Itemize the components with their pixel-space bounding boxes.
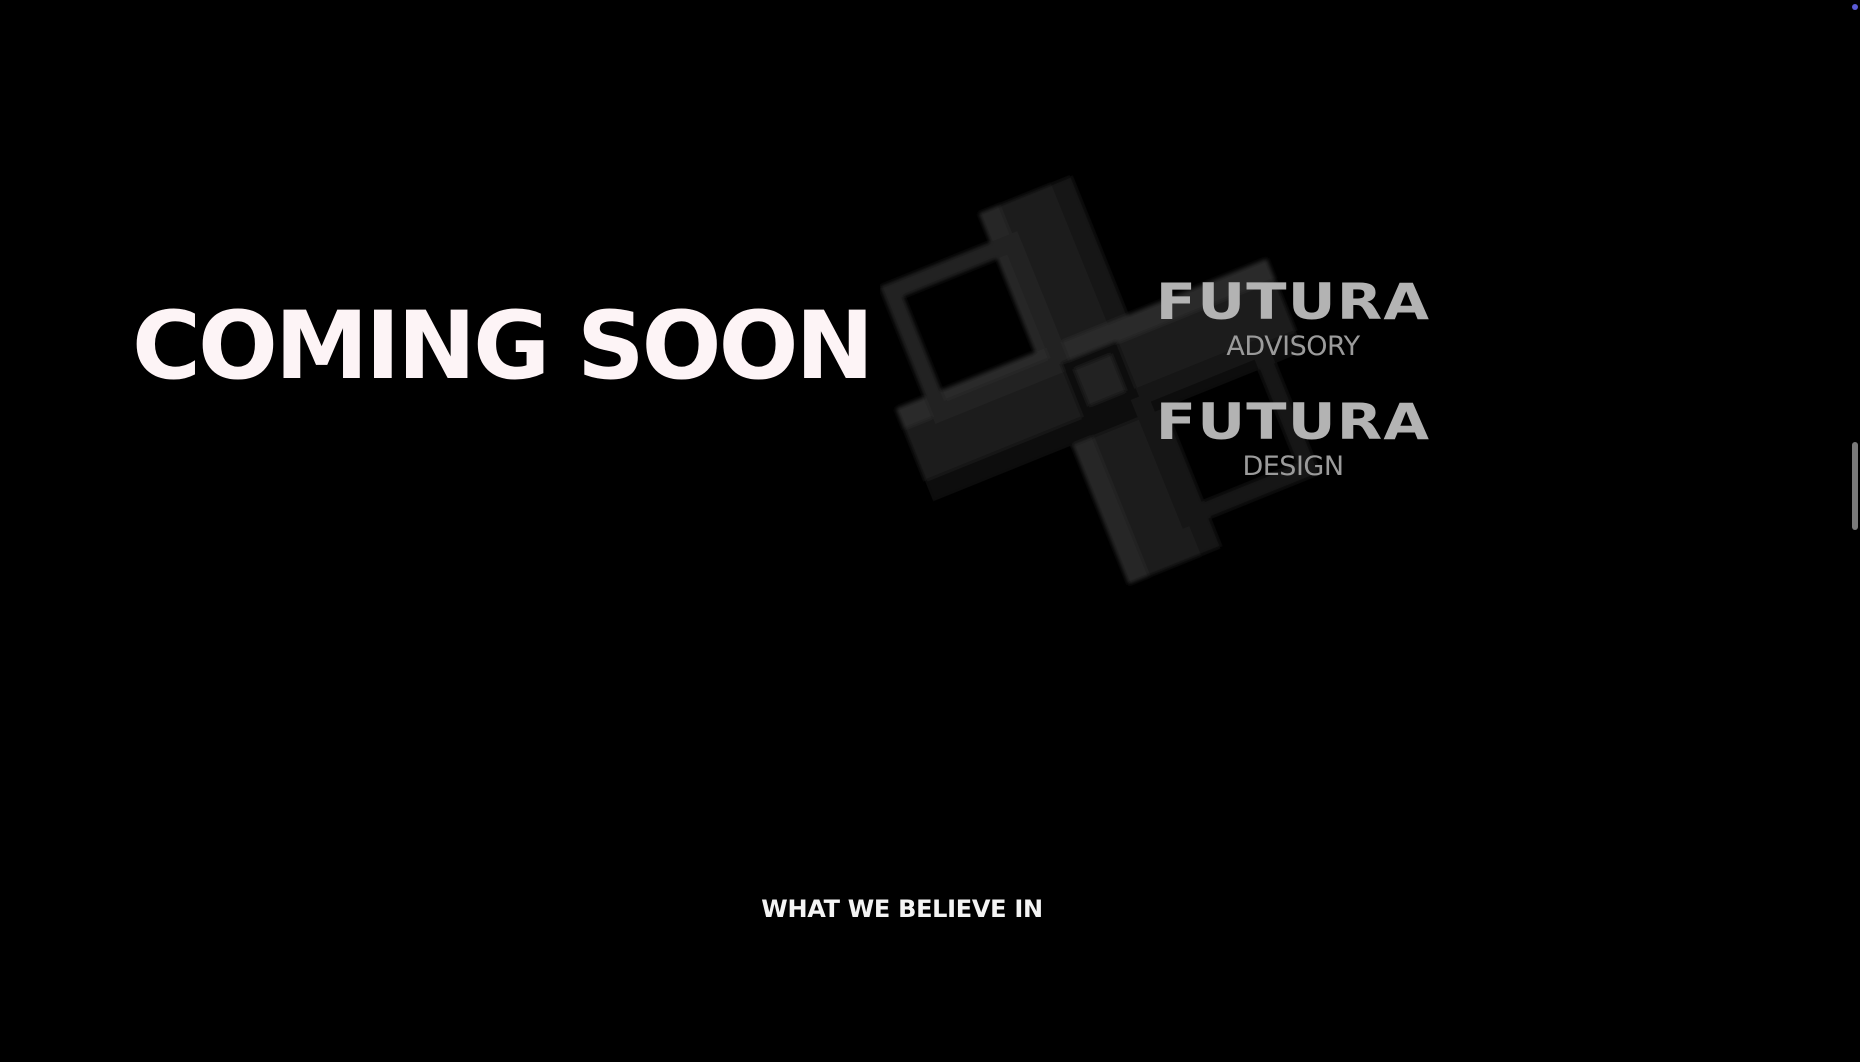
coming-soon-heading: COMING SOON [132, 292, 874, 401]
status-dot-icon [1852, 4, 1858, 10]
brand-division: ADVISORY [1226, 331, 1360, 362]
brand-name: FUTURA [1155, 273, 1431, 331]
landing-page: COMING SOON FUTURA ADVISORY FUTURA DESIG… [0, 0, 1860, 1062]
abstract-3d-cross-icon [880, 175, 1320, 585]
futura-advisory-logo[interactable]: FUTURA ADVISORY [1150, 277, 1436, 360]
futura-design-logo[interactable]: FUTURA DESIGN [1150, 397, 1436, 480]
scrollbar-thumb[interactable] [1852, 442, 1858, 530]
what-we-believe-in-heading: WHAT WE BELIEVE IN [761, 895, 1043, 923]
brand-name: FUTURA [1155, 393, 1431, 451]
brand-division: DESIGN [1242, 451, 1344, 482]
